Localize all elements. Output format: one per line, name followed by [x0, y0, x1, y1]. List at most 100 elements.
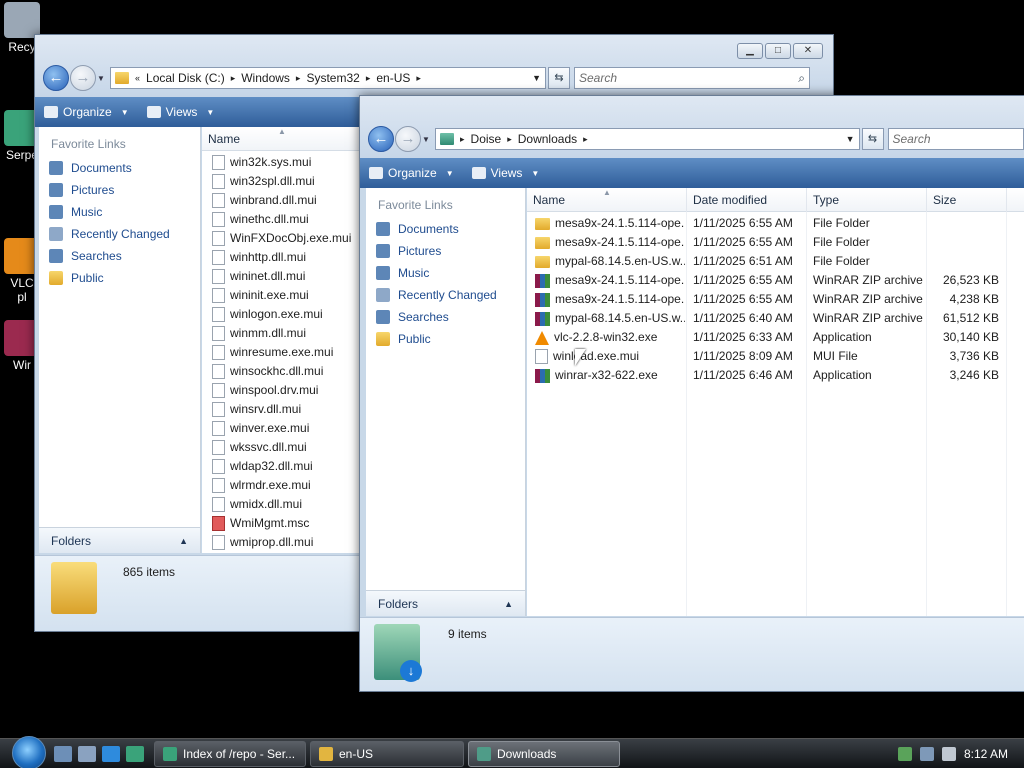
serpent-icon[interactable]: [126, 745, 144, 762]
file-row[interactable]: mesa9x-24.1.5.114-ope... 1/11/2025 6:55 A…: [527, 290, 1024, 309]
organize-button[interactable]: Organize ▼: [35, 97, 138, 127]
file-row[interactable]: winspool.drv.mui: [202, 381, 362, 400]
file-row[interactable]: wldap32.dll.mui: [202, 457, 362, 476]
search-icon[interactable]: ⌕: [798, 71, 805, 86]
file-row[interactable]: winmm.dll.mui: [202, 324, 362, 343]
favorite-link-music[interactable]: Music: [366, 262, 525, 284]
file-icon: [212, 231, 225, 247]
file-row[interactable]: winsockhc.dll.mui: [202, 362, 362, 381]
back-button[interactable]: ←: [368, 126, 394, 152]
refresh-button[interactable]: ⇆: [548, 67, 570, 89]
refresh-button[interactable]: ⇆: [861, 128, 884, 150]
taskbar-button[interactable]: en-US: [310, 740, 464, 767]
forward-button[interactable]: →: [395, 126, 421, 152]
file-row[interactable]: mypal-68.14.5.en-US.w... 1/11/2025 6:51 A…: [527, 252, 1024, 271]
file-row[interactable]: vlc-2.2.8-win32.exe 1/11/2025 6:33 AM Appl…: [527, 328, 1024, 347]
switch-windows-icon[interactable]: [78, 745, 96, 762]
file-icon: [212, 383, 225, 399]
close-button[interactable]: ✕: [793, 43, 823, 59]
favorite-link-searches[interactable]: Searches: [39, 245, 200, 267]
address-dropdown-icon[interactable]: ▼: [846, 134, 855, 144]
file-row[interactable]: winrar-x32-622.exe 1/11/2025 6:46 AM Appli…: [527, 366, 1024, 385]
favorite-link-searches[interactable]: Searches: [366, 306, 525, 328]
file-row[interactable]: wmiprop.dll.mui: [202, 533, 362, 552]
file-row[interactable]: winresume.exe.mui: [202, 343, 362, 362]
file-row[interactable]: wlrmdr.exe.mui: [202, 476, 362, 495]
maximize-button[interactable]: □: [765, 43, 791, 59]
internet-explorer-icon[interactable]: [102, 745, 120, 762]
file-row[interactable]: wininit.exe.mui: [202, 286, 362, 305]
file-row[interactable]: winbrand.dll.mui: [202, 191, 362, 210]
taskbar-button[interactable]: Downloads: [468, 740, 620, 767]
file-icon: [535, 349, 548, 365]
breadcrumb-item[interactable]: Windows: [241, 71, 290, 85]
favorite-link-pictures[interactable]: Pictures: [366, 240, 525, 262]
file-row[interactable]: wkssvc.dll.mui: [202, 438, 362, 457]
file-row[interactable]: win32spl.dll.mui: [202, 172, 362, 191]
search-input[interactable]: Search ⌕: [574, 67, 810, 89]
favorite-link-recently-changed[interactable]: Recently Changed: [39, 223, 200, 245]
file-row[interactable]: win32k.sys.mui: [202, 153, 362, 172]
organize-icon: [44, 106, 58, 118]
recent-pages-dropdown[interactable]: ▼: [96, 74, 106, 83]
breadcrumb-item[interactable]: Doise: [471, 132, 502, 146]
search-input[interactable]: Search: [887, 128, 1024, 150]
back-button[interactable]: ←: [43, 65, 69, 91]
file-icon: [212, 174, 225, 190]
favorite-link-public[interactable]: Public: [366, 328, 525, 350]
organize-button[interactable]: Organize ▼: [360, 158, 463, 188]
favorite-link-pictures[interactable]: Pictures: [39, 179, 200, 201]
file-row[interactable]: winhttp.dll.mui: [202, 248, 362, 267]
taskbar-button[interactable]: Index of /repo - Ser...: [154, 740, 306, 767]
views-button[interactable]: Views ▼: [463, 158, 549, 188]
start-button[interactable]: [12, 735, 46, 768]
safely-remove-icon[interactable]: [897, 746, 912, 761]
clock[interactable]: 8:12 AM: [964, 747, 1008, 761]
network-icon[interactable]: [919, 746, 934, 761]
views-button[interactable]: Views ▼: [138, 97, 224, 127]
breadcrumb-item[interactable]: System32: [306, 71, 359, 85]
favorite-link-music[interactable]: Music: [39, 201, 200, 223]
file-row[interactable]: mesa9x-24.1.5.114-ope... 1/11/2025 6:55 A…: [527, 233, 1024, 252]
breadcrumb-item[interactable]: Local Disk (C:): [146, 71, 225, 85]
favorite-link-public[interactable]: Public: [39, 267, 200, 289]
file-icon: [212, 193, 225, 209]
folders-toggle[interactable]: Folders ▲: [366, 590, 525, 616]
window-downloads[interactable]: ← → ▼ ▸ Doise ▸ Downloads ▸ ▼ ⇆ Search O…: [359, 95, 1024, 692]
favorite-link-documents[interactable]: Documents: [39, 157, 200, 179]
file-row[interactable]: WmiMgmt.msc: [202, 514, 362, 533]
file-icon: [212, 421, 225, 437]
file-row[interactable]: mypal-68.14.5.en-US.w... 1/11/2025 6:40 A…: [527, 309, 1024, 328]
favorite-link-recently-changed[interactable]: Recently Changed: [366, 284, 525, 306]
file-row[interactable]: winver.exe.mui: [202, 419, 362, 438]
forward-button[interactable]: →: [70, 65, 96, 91]
favorite-link-documents[interactable]: Documents: [366, 218, 525, 240]
address-dropdown-icon[interactable]: ▼: [532, 73, 541, 83]
address-bar[interactable]: « Local Disk (C:) ▸ Windows ▸ System32 ▸…: [110, 67, 546, 89]
navigation-pane: Favorite Links Documents Pictures Music Rec…: [39, 127, 201, 553]
volume-muted-icon[interactable]: [941, 746, 956, 761]
file-list[interactable]: Name ▲ win32k.sys.mui win32spl.dll.mui win…: [202, 127, 362, 553]
breadcrumb-item[interactable]: Downloads: [518, 132, 577, 146]
breadcrumb-item[interactable]: en-US: [376, 71, 410, 85]
column-header-date[interactable]: Date modified: [687, 188, 807, 212]
file-row[interactable]: winsrv.dll.mui: [202, 400, 362, 419]
file-row[interactable]: winethc.dll.mui: [202, 210, 362, 229]
minimize-button[interactable]: ▁: [737, 43, 763, 59]
file-row[interactable]: winload.exe.mui 1/11/2025 8:09 AM MUI File…: [527, 347, 1024, 366]
file-row[interactable]: wininet.dll.mui: [202, 267, 362, 286]
folders-toggle[interactable]: Folders ▲: [39, 527, 200, 553]
file-row[interactable]: mesa9x-24.1.5.114-ope... 1/11/2025 6:55 A…: [527, 271, 1024, 290]
favorite-links-title: Favorite Links: [378, 198, 453, 212]
file-row[interactable]: winlogon.exe.mui: [202, 305, 362, 324]
show-desktop-icon[interactable]: [54, 745, 72, 762]
file-row[interactable]: WinFXDocObj.exe.mui: [202, 229, 362, 248]
address-bar[interactable]: ▸ Doise ▸ Downloads ▸ ▼: [435, 128, 860, 150]
column-header-size[interactable]: Size: [927, 188, 1007, 212]
file-icon: [212, 326, 225, 342]
file-row[interactable]: wmidx.dll.mui: [202, 495, 362, 514]
column-header-type[interactable]: Type: [807, 188, 927, 212]
file-row[interactable]: mesa9x-24.1.5.114-ope... 1/11/2025 6:55 A…: [527, 214, 1024, 233]
recent-pages-dropdown[interactable]: ▼: [421, 135, 431, 144]
file-list[interactable]: Name ▲ Date modified Type Size mesa9x-24…: [527, 188, 1024, 616]
